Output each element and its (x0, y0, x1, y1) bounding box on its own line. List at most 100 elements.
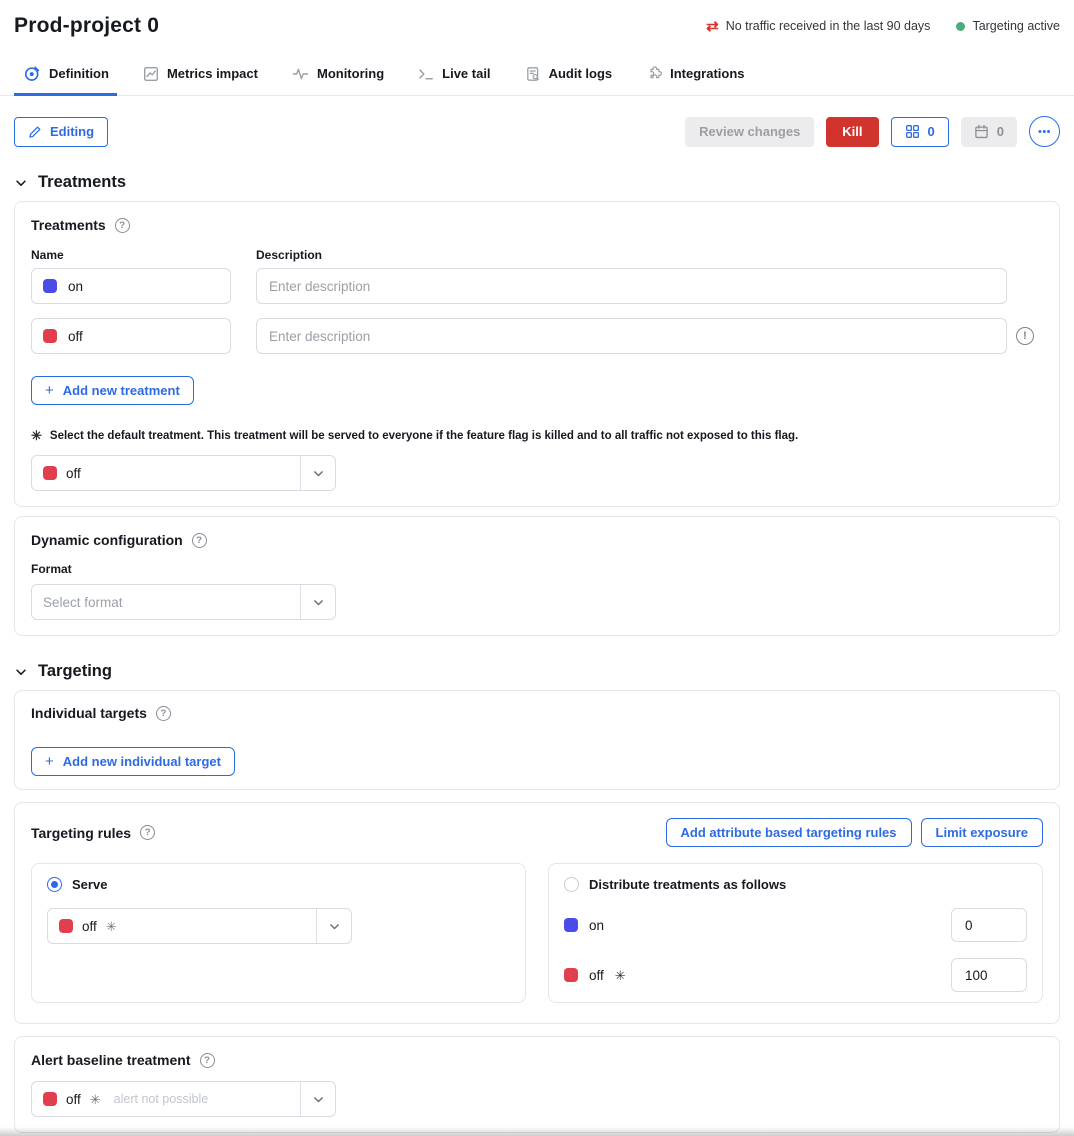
alert-baseline-hint: alert not possible (114, 1092, 209, 1106)
individual-targets-title: Individual targets (31, 705, 147, 721)
serve-treatment-value: off (82, 919, 97, 934)
limit-exposure-button[interactable]: Limit exposure (921, 818, 1043, 847)
targeting-section-toggle[interactable]: Targeting (14, 662, 1060, 681)
default-asterisk-icon: ✳ (31, 429, 42, 442)
toolbar: Editing Review changes Kill 0 0 (14, 116, 1060, 147)
editing-label: Editing (50, 124, 94, 139)
editing-button[interactable]: Editing (14, 117, 108, 147)
description-column-label: Description (256, 248, 322, 262)
tab-label: Metrics impact (167, 66, 258, 81)
tab-audit-logs[interactable]: Audit logs (525, 65, 613, 95)
serve-label: Serve (72, 877, 107, 892)
treatment-name-field-off[interactable] (31, 318, 231, 354)
add-attribute-rules-button[interactable]: Add attribute based targeting rules (666, 818, 912, 847)
distribute-label: Distribute treatments as follows (589, 877, 786, 892)
treatments-card-title: Treatments (31, 217, 106, 233)
tab-label: Audit logs (549, 66, 613, 81)
treatment-field-labels: Name Description (31, 248, 1043, 262)
tab-metrics-impact[interactable]: Metrics impact (143, 65, 258, 95)
distribution-row: on (564, 908, 1027, 942)
distribution-percent-input-on[interactable] (951, 908, 1027, 942)
rules-count-button[interactable]: 0 (891, 117, 949, 147)
definition-target-icon (24, 65, 41, 82)
kill-label: Kill (842, 124, 862, 139)
treatments-section-heading: Treatments (38, 173, 126, 192)
treatment-color-swatch-on (43, 279, 57, 293)
serve-treatment-select[interactable]: off ✳ (47, 908, 352, 944)
distribute-panel: Distribute treatments as follows on off … (548, 863, 1043, 1003)
serve-radio-row[interactable]: Serve (47, 877, 510, 892)
chevron-down-icon (328, 920, 341, 933)
grid-icon (905, 124, 920, 139)
tab-monitoring[interactable]: Monitoring (292, 65, 384, 95)
targeting-rules-header: Targeting rules ? Add attribute based ta… (31, 818, 1043, 847)
dynamic-configuration-title: Dynamic configuration (31, 532, 183, 548)
description-icon-slot: ! (1007, 327, 1043, 345)
treatment-description-input-on[interactable] (256, 268, 1007, 304)
format-select[interactable]: Select format (31, 584, 336, 620)
alert-baseline-help-icon[interactable]: ? (200, 1053, 215, 1068)
distribution-percent-input-off[interactable] (951, 958, 1027, 992)
name-column-label: Name (31, 248, 231, 262)
chevron-down-icon (14, 176, 28, 190)
treatment-name-field-on[interactable] (31, 268, 231, 304)
select-chevron-segment (316, 909, 351, 943)
default-treatment-select[interactable]: off (31, 455, 336, 491)
individual-targets-help-icon[interactable]: ? (156, 706, 171, 721)
distribution-treatment-name: on (589, 918, 604, 933)
schedule-count-button[interactable]: 0 (961, 117, 1017, 147)
default-asterisk-icon: ✳ (106, 920, 117, 933)
kill-button[interactable]: Kill (826, 117, 878, 147)
alert-baseline-value: off (66, 1092, 81, 1107)
page-header: Prod-project 0 ⇄ No traffic received in … (0, 0, 1074, 38)
alert-baseline-card: Alert baseline treatment ? off ✳ alert n… (14, 1036, 1060, 1133)
targeting-rules-title-row: Targeting rules ? (31, 825, 155, 841)
more-options-button[interactable]: ••• (1029, 116, 1060, 147)
alert-baseline-title: Alert baseline treatment (31, 1052, 191, 1068)
format-label-row: Format (31, 562, 1043, 576)
plus-icon: + (45, 383, 54, 398)
treatment-color-swatch-off (43, 329, 57, 343)
treatment-color-swatch-off (59, 919, 73, 933)
dynamic-configuration-help-icon[interactable]: ? (192, 533, 207, 548)
treatment-color-swatch-off (43, 466, 57, 480)
tab-definition[interactable]: Definition (24, 65, 109, 95)
chevron-down-icon (312, 596, 325, 609)
individual-targets-card: Individual targets ? + Add new individua… (14, 690, 1060, 790)
treatments-section-toggle[interactable]: Treatments (14, 173, 1060, 192)
treatment-name-input-off[interactable] (68, 329, 219, 344)
tab-label: Integrations (670, 66, 744, 81)
warning-circle-icon[interactable]: ! (1016, 327, 1034, 345)
targeting-status-text: Targeting active (972, 19, 1060, 33)
tab-live-tail[interactable]: Live tail (418, 65, 490, 95)
audit-document-icon (525, 66, 541, 82)
add-new-treatment-button[interactable]: + Add new treatment (31, 376, 194, 405)
default-treatment-value: off (66, 466, 81, 481)
distribute-radio[interactable] (564, 877, 579, 892)
serve-radio[interactable] (47, 877, 62, 892)
targeting-rules-help-icon[interactable]: ? (140, 825, 155, 840)
targeting-rules-actions: Add attribute based targeting rules Limi… (666, 818, 1043, 847)
treatments-help-icon[interactable]: ? (115, 218, 130, 233)
review-changes-button[interactable]: Review changes (685, 117, 814, 147)
pulse-icon (292, 66, 309, 82)
distribute-radio-row[interactable]: Distribute treatments as follows (564, 877, 1027, 892)
alert-baseline-select[interactable]: off ✳ alert not possible (31, 1081, 336, 1117)
traffic-arrows-icon: ⇄ (706, 19, 719, 34)
add-attribute-rules-label: Add attribute based targeting rules (681, 825, 897, 840)
treatment-row: ! (31, 318, 1043, 354)
tab-bar: Definition Metrics impact Monitoring Liv… (0, 65, 1074, 96)
traffic-status: ⇄ No traffic received in the last 90 day… (706, 19, 930, 34)
format-select-placeholder: Select format (43, 595, 123, 610)
tab-integrations[interactable]: Integrations (646, 65, 744, 95)
dynamic-configuration-card: Dynamic configuration ? Format Select fo… (14, 516, 1060, 636)
add-individual-target-button[interactable]: + Add new individual target (31, 747, 235, 776)
add-individual-target-label: Add new individual target (63, 754, 221, 769)
default-asterisk-icon: ✳ (90, 1093, 101, 1106)
treatment-color-swatch-off (43, 1092, 57, 1106)
terminal-icon (418, 66, 434, 82)
treatment-name-input-on[interactable] (68, 279, 219, 294)
serve-panel: Serve off ✳ (31, 863, 526, 1003)
treatment-description-input-off[interactable] (256, 318, 1007, 354)
limit-exposure-label: Limit exposure (936, 825, 1028, 840)
